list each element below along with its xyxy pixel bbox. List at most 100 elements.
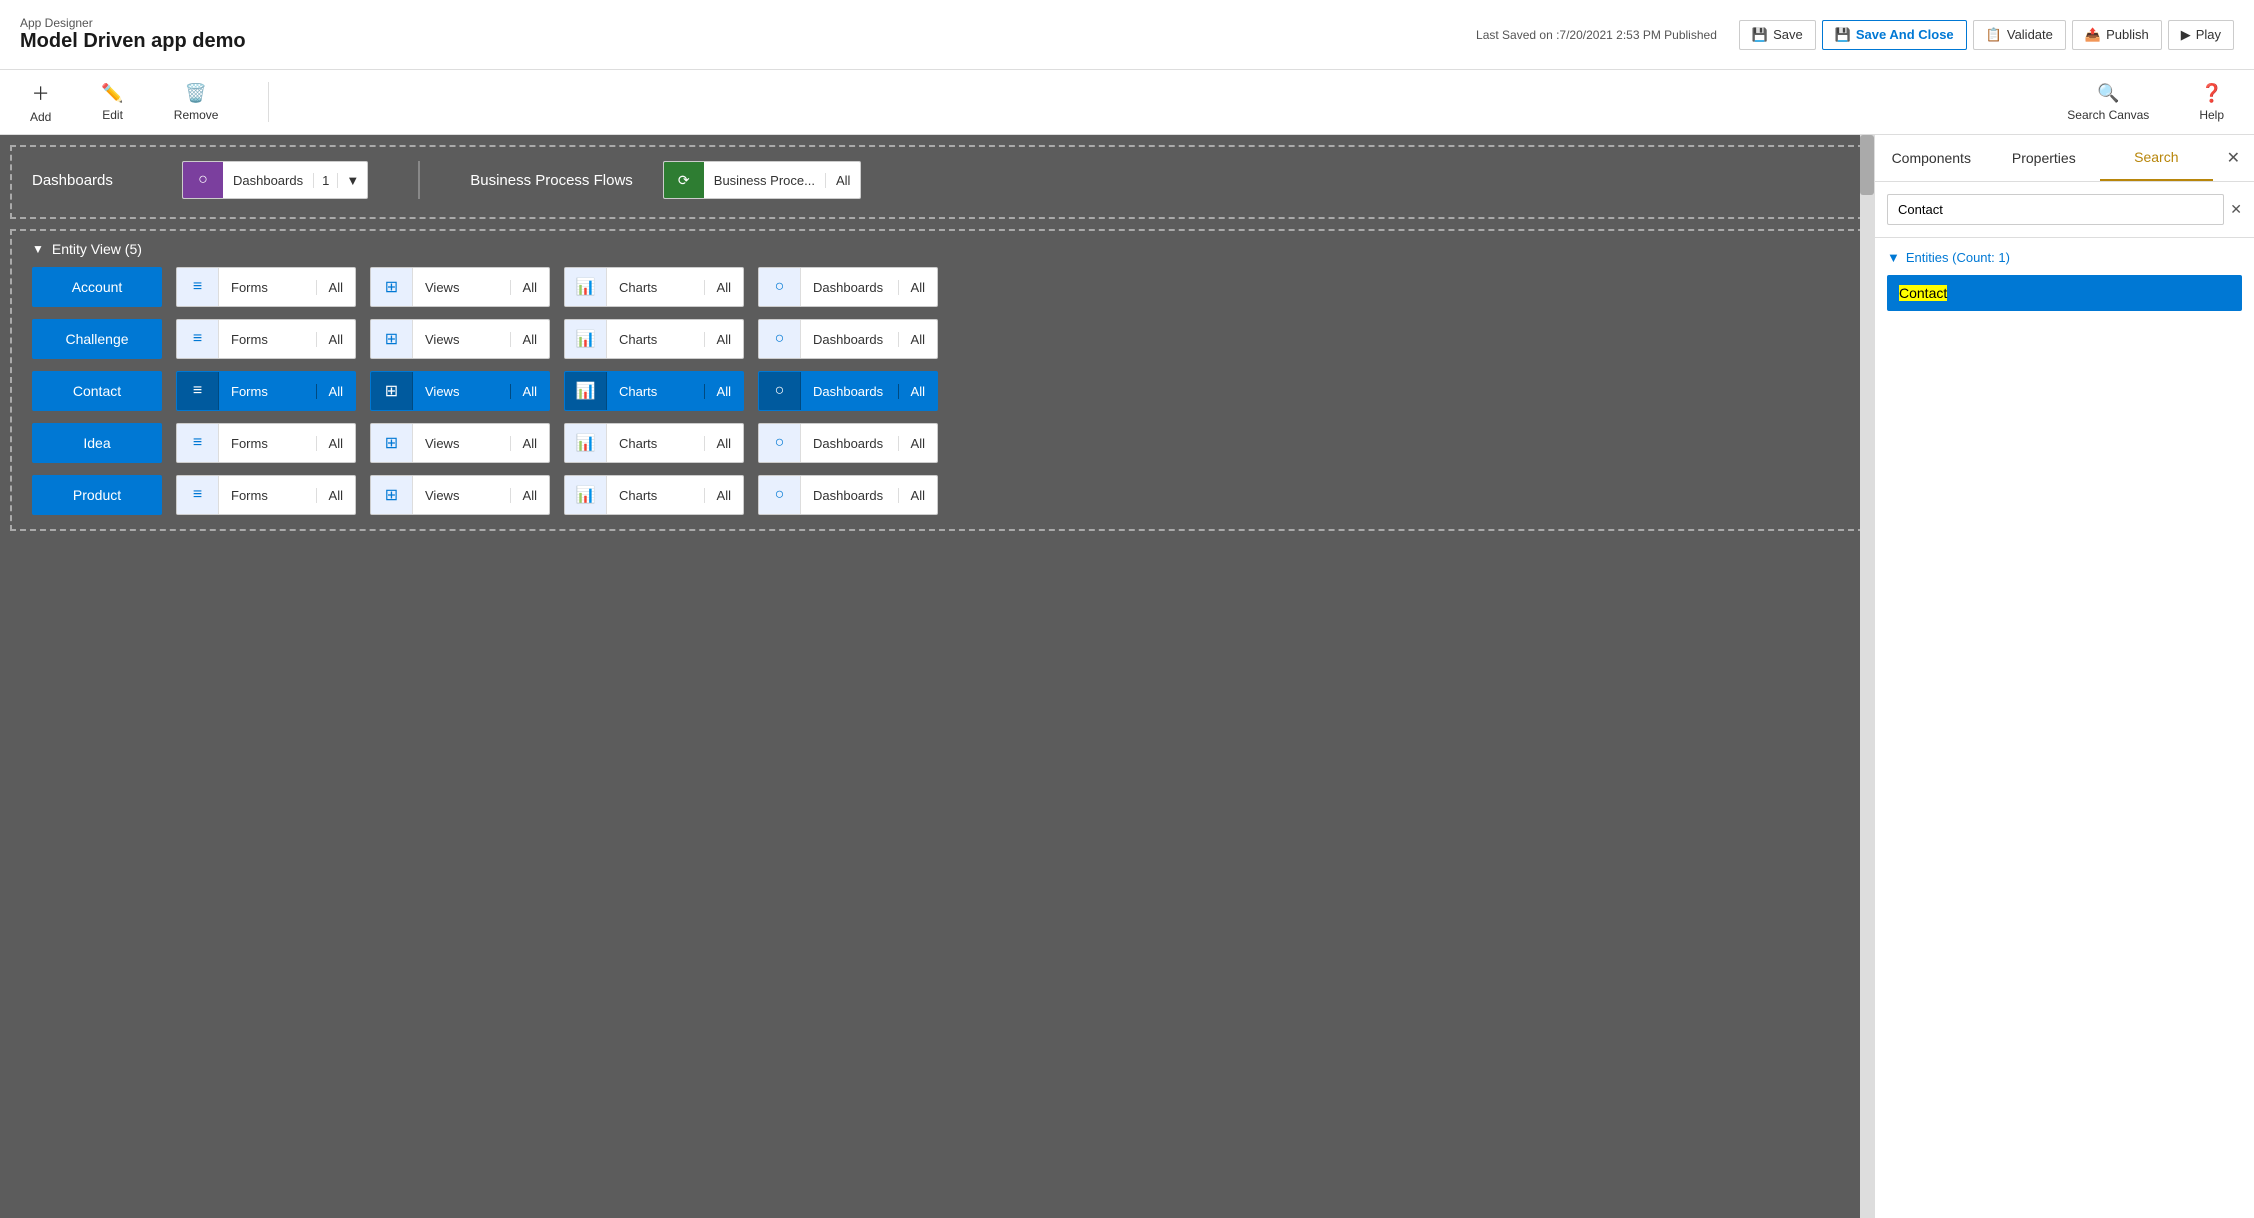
help-icon: ❓ [2200,83,2222,104]
bpf-label: Business Process Flows [470,172,633,189]
entity-product-button[interactable]: Product [32,475,162,515]
dashboards-dropdown-arrow[interactable]: ▼ [337,173,367,188]
views-icon-c: ⊞ [371,319,413,359]
entity-view-section: ▼ Entity View (5) Account ≡ Forms All ⊞ … [10,229,1864,531]
help-button[interactable]: ❓ Help [2189,77,2234,128]
search-input[interactable] [1887,194,2224,225]
entity-view-arrow[interactable]: ▼ [32,242,44,256]
tab-properties[interactable]: Properties [1988,135,2101,181]
dashboards-pill-count: 1 [313,173,337,188]
charts-pill-account[interactable]: 📊 Charts All [564,267,744,307]
charts-pill-challenge[interactable]: 📊 Charts All [564,319,744,359]
add-button[interactable]: ＋ Add [20,74,61,130]
table-row: Contact ≡ Forms All ⊞ Views All 📊 Charts [32,371,1842,411]
validate-button[interactable]: 📋 Validate [1973,20,2066,50]
charts-pill-idea[interactable]: 📊 Charts All [564,423,744,463]
toolbar-separator [268,82,269,122]
tab-search[interactable]: Search [2100,135,2213,181]
search-clear-button[interactable]: ✕ [2230,201,2242,218]
forms-icon-contact: ≡ [177,371,219,411]
remove-button[interactable]: 🗑️ Remove [164,77,229,128]
entity-challenge-button[interactable]: Challenge [32,319,162,359]
dashboards-pill-account[interactable]: ○ Dashboards All [758,267,938,307]
views-pill-product[interactable]: ⊞ Views All [370,475,550,515]
charts-icon-c: 📊 [565,319,607,359]
charts-pill-product[interactable]: 📊 Charts All [564,475,744,515]
views-icon: ⊞ [371,267,413,307]
forms-pill-account[interactable]: ≡ Forms All [176,267,356,307]
charts-icon-i: 📊 [565,423,607,463]
entity-rows: Account ≡ Forms All ⊞ Views All 📊 Charts [12,267,1862,515]
dashboards-pill-text: Dashboards [223,173,313,188]
dashboards-pill-icon: ○ [183,161,223,199]
edit-icon: ✏️ [101,83,123,104]
forms-icon-c: ≡ [177,319,219,359]
search-canvas-button[interactable]: 🔍 Search Canvas [2057,77,2159,128]
entity-account-button[interactable]: Account [32,267,162,307]
forms-pill-challenge[interactable]: ≡ Forms All [176,319,356,359]
save-and-close-button[interactable]: 💾 Save And Close [1822,20,1967,50]
canvas-area: Dashboards ○ Dashboards 1 ▼ Business Pro… [0,135,1874,1218]
entities-section: ▼ Entities (Count: 1) Contact [1875,238,2254,323]
charts-icon: 📊 [565,267,607,307]
entities-collapse-icon: ▼ [1887,250,1900,265]
dashboards-section: Dashboards ○ Dashboards 1 ▼ Business Pro… [10,145,1864,219]
publish-button[interactable]: 📤 Publish [2072,20,2162,50]
dashboards-pill-idea[interactable]: ○ Dashboards All [758,423,938,463]
entity-view-header: ▼ Entity View (5) [12,231,1862,267]
toolbar-right: 🔍 Search Canvas ❓ Help [2057,77,2234,128]
views-pill-contact[interactable]: ⊞ Views All [370,371,550,411]
table-row: Idea ≡ Forms All ⊞ Views All 📊 Charts [32,423,1842,463]
charts-icon-contact: 📊 [565,371,607,411]
dashboards-pill-contact[interactable]: ○ Dashboards All [758,371,938,411]
views-pill-challenge[interactable]: ⊞ Views All [370,319,550,359]
views-icon-i: ⊞ [371,423,413,463]
bpf-pill-icon: ⟳ [664,161,704,199]
save-icon: 💾 [1752,27,1768,43]
scroll-track[interactable] [1860,135,1874,1218]
charts-pill-contact[interactable]: 📊 Charts All [564,371,744,411]
remove-icon: 🗑️ [185,83,207,104]
views-pill-idea[interactable]: ⊞ Views All [370,423,550,463]
app-title: Model Driven app demo [20,30,246,53]
forms-icon-i: ≡ [177,423,219,463]
panel-close-button[interactable]: ✕ [2213,138,2254,178]
play-button[interactable]: ▶ Play [2168,20,2234,50]
entities-header-label: Entities (Count: 1) [1906,250,2010,265]
tab-components[interactable]: Components [1875,135,1988,181]
entity-view-label: Entity View (5) [52,241,142,257]
top-bar-left: App Designer Model Driven app demo [20,16,246,53]
divider [418,161,420,199]
entity-contact-button[interactable]: Contact [32,371,162,411]
table-row: Challenge ≡ Forms All ⊞ Views All 📊 Char… [32,319,1842,359]
dashboards-pill-product[interactable]: ○ Dashboards All [758,475,938,515]
views-pill-account[interactable]: ⊞ Views All [370,267,550,307]
dashboards-label: Dashboards [32,172,152,189]
publish-icon: 📤 [2085,27,2101,43]
views-icon-p: ⊞ [371,475,413,515]
table-row: Product ≡ Forms All ⊞ Views All 📊 Charts [32,475,1842,515]
dashboards-row: Dashboards ○ Dashboards 1 ▼ Business Pro… [12,147,1862,213]
forms-pill-idea[interactable]: ≡ Forms All [176,423,356,463]
bpf-pill[interactable]: ⟳ Business Proce... All [663,161,862,199]
validate-icon: 📋 [1986,27,2002,43]
top-bar-right: Last Saved on :7/20/2021 2:53 PM Publish… [1476,20,2234,50]
forms-icon: ≡ [177,267,219,307]
edit-button[interactable]: ✏️ Edit [91,77,133,128]
dashboards-icon-idea: ○ [759,423,801,463]
forms-pill-contact[interactable]: ≡ Forms All [176,371,356,411]
toolbar: ＋ Add ✏️ Edit 🗑️ Remove 🔍 Search Canvas … [0,70,2254,135]
dashboards-pill-challenge[interactable]: ○ Dashboards All [758,319,938,359]
save-info: Last Saved on :7/20/2021 2:53 PM Publish… [1476,28,1717,42]
entity-idea-button[interactable]: Idea [32,423,162,463]
entities-header[interactable]: ▼ Entities (Count: 1) [1887,250,2242,265]
save-close-icon: 💾 [1835,27,1851,43]
dashboards-pill[interactable]: ○ Dashboards 1 ▼ [182,161,368,199]
search-result-contact[interactable]: Contact [1887,275,2242,311]
dashboards-icon-product: ○ [759,475,801,515]
forms-pill-product[interactable]: ≡ Forms All [176,475,356,515]
play-icon: ▶ [2181,27,2191,43]
scroll-thumb[interactable] [1860,135,1874,195]
save-button[interactable]: 💾 Save [1739,20,1816,50]
search-canvas-icon: 🔍 [2097,83,2119,104]
